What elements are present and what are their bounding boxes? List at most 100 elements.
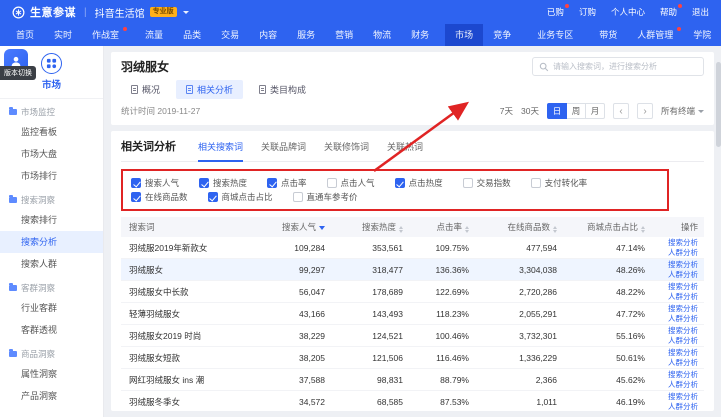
tab[interactable]: 类目构成 [249,80,316,99]
nav-item[interactable]: 品类 [173,24,211,46]
action-link[interactable]: 搜索分析 [659,282,698,292]
action-link[interactable]: 人群分析 [659,314,698,324]
nav-item[interactable]: 营销 [325,24,363,46]
checkbox-checked-icon[interactable] [267,178,277,188]
action-link[interactable]: 搜索分析 [659,370,698,380]
nav-item[interactable]: 竞争 [483,24,521,46]
section-tab[interactable]: 相关搜索词 [198,140,243,162]
table-row[interactable]: 网红羽绒服女 ins 潮37,58898,83188.79%2,36645.62… [121,369,704,391]
action-link[interactable]: 人群分析 [659,336,698,346]
sidebar-item[interactable]: 属性洞察 [0,363,103,385]
range-button[interactable]: 30天 [521,105,539,117]
nav-item[interactable]: 人群管理 [627,24,683,46]
column-header[interactable]: 搜索热度 [335,221,413,233]
scrollbar-thumb[interactable] [716,62,721,147]
nav-item[interactable]: 交易 [211,24,249,46]
table-row[interactable]: 羽绒服冬季女34,57268,58587.53%1,01146.19%搜索分析人… [121,391,704,411]
filter-checkbox-item[interactable]: 交易指数 [463,177,511,189]
nav-item[interactable]: 内容 [249,24,287,46]
checkbox-checked-icon[interactable] [131,178,141,188]
section-tab[interactable]: 关联品牌词 [261,140,306,162]
nav-item[interactable]: 作战室 [82,24,129,46]
filter-checkbox-item[interactable]: 点击热度 [395,177,443,189]
nav-item[interactable]: 市场 [445,24,483,46]
topbar-link[interactable]: 个人中心 [611,6,645,18]
column-header[interactable]: 点击率 [413,221,479,233]
nav-item[interactable]: 物流 [363,24,401,46]
section-tab[interactable]: 关联修饰词 [324,140,369,162]
action-link[interactable]: 人群分析 [659,248,698,258]
tab[interactable]: 相关分析 [176,80,243,99]
scrollbar[interactable] [715,46,721,417]
nav-item[interactable]: 实时 [44,24,82,46]
filter-checkbox-item[interactable]: 搜索人气 [131,177,179,189]
action-link[interactable]: 搜索分析 [659,304,698,314]
nav-item[interactable]: 学院 [683,24,721,46]
action-link[interactable]: 人群分析 [659,270,698,280]
granularity-button[interactable]: 日 [547,103,567,119]
granularity-button[interactable]: 周 [566,103,586,119]
column-header[interactable]: 在线商品数 [479,221,567,233]
filter-checkbox-item[interactable]: 搜索热度 [199,177,247,189]
action-link[interactable]: 人群分析 [659,292,698,302]
checkbox-checked-icon[interactable] [395,178,405,188]
table-row[interactable]: 羽绒服女2019 时尚38,229124,521100.46%3,732,301… [121,325,704,347]
table-row[interactable]: 羽绒服2019年新款女109,284353,561109.75%477,5944… [121,237,704,259]
table-row[interactable]: 羽绒服女短款38,205121,506116.46%1,336,22950.61… [121,347,704,369]
search-input[interactable] [553,62,697,71]
checkbox-checked-icon[interactable] [199,178,209,188]
section-tab[interactable]: 关联热词 [387,140,423,162]
sidebar-item[interactable]: 搜索人群 [0,253,103,275]
action-link[interactable]: 搜索分析 [659,348,698,358]
tab[interactable]: 概况 [121,80,170,99]
checkbox-checked-icon[interactable] [131,192,141,202]
nav-item[interactable]: 首页 [6,24,44,46]
filter-checkbox-item[interactable]: 点击人气 [327,177,375,189]
column-header[interactable]: 商城点击占比 [567,221,655,233]
sidebar-item[interactable]: 搜索排行 [0,209,103,231]
sidebar-item[interactable]: 监控看板 [0,121,103,143]
chevron-down-icon[interactable] [183,11,189,14]
table-row[interactable]: 羽绒服女99,297318,477136.36%3,304,03848.26%搜… [121,259,704,281]
checkbox-unchecked-icon[interactable] [327,178,337,188]
table-row[interactable]: 羽绒服女中长款56,047178,689122.69%2,720,28648.2… [121,281,704,303]
filter-checkbox-item[interactable]: 支付转化率 [531,177,588,189]
topbar-link[interactable]: 帮助 [660,6,677,18]
next-button[interactable]: › [637,103,653,119]
sidebar-item[interactable]: 市场排行 [0,165,103,187]
topbar-link[interactable]: 已购 [547,6,564,18]
nav-item[interactable]: 带货 [589,24,627,46]
filter-checkbox-item[interactable]: 商城点击占比 [208,191,273,203]
checkbox-unchecked-icon[interactable] [463,178,473,188]
sidebar-item[interactable]: 产品洞察 [0,385,103,407]
filter-checkbox-item[interactable]: 直通车参考价 [293,191,358,203]
sidebar-item[interactable]: 客群透视 [0,319,103,341]
action-link[interactable]: 搜索分析 [659,326,698,336]
filter-checkbox-item[interactable]: 点击率 [267,177,307,189]
version-switch-tag[interactable]: 版本切换 [0,66,36,80]
sidebar-item[interactable]: 搜索分析 [0,231,103,253]
action-link[interactable]: 人群分析 [659,402,698,412]
column-header[interactable]: 搜索人气 [261,221,335,233]
terminal-select[interactable]: 所有终端 [661,105,704,117]
action-link[interactable]: 人群分析 [659,380,698,390]
prev-button[interactable]: ‹ [613,103,629,119]
checkbox-unchecked-icon[interactable] [531,178,541,188]
nav-item[interactable]: 服务 [287,24,325,46]
sidebar-item[interactable]: 市场大盘 [0,143,103,165]
checkbox-unchecked-icon[interactable] [293,192,303,202]
action-link[interactable]: 人群分析 [659,358,698,368]
nav-item[interactable]: 财务 [401,24,439,46]
nav-item[interactable]: 业务专区 [527,24,583,46]
sidebar-item[interactable]: 行业客群 [0,297,103,319]
topbar-link[interactable]: 订购 [579,6,596,18]
action-link[interactable]: 搜索分析 [659,238,698,248]
nav-item[interactable]: 流量 [135,24,173,46]
action-link[interactable]: 搜索分析 [659,260,698,270]
action-link[interactable]: 搜索分析 [659,392,698,402]
filter-checkbox-item[interactable]: 在线商品数 [131,191,188,203]
range-button[interactable]: 7天 [500,105,513,117]
topbar-link[interactable]: 退出 [692,6,709,18]
table-row[interactable]: 轻薄羽绒服女43,166143,493118.23%2,055,29147.72… [121,303,704,325]
granularity-button[interactable]: 月 [585,103,605,119]
